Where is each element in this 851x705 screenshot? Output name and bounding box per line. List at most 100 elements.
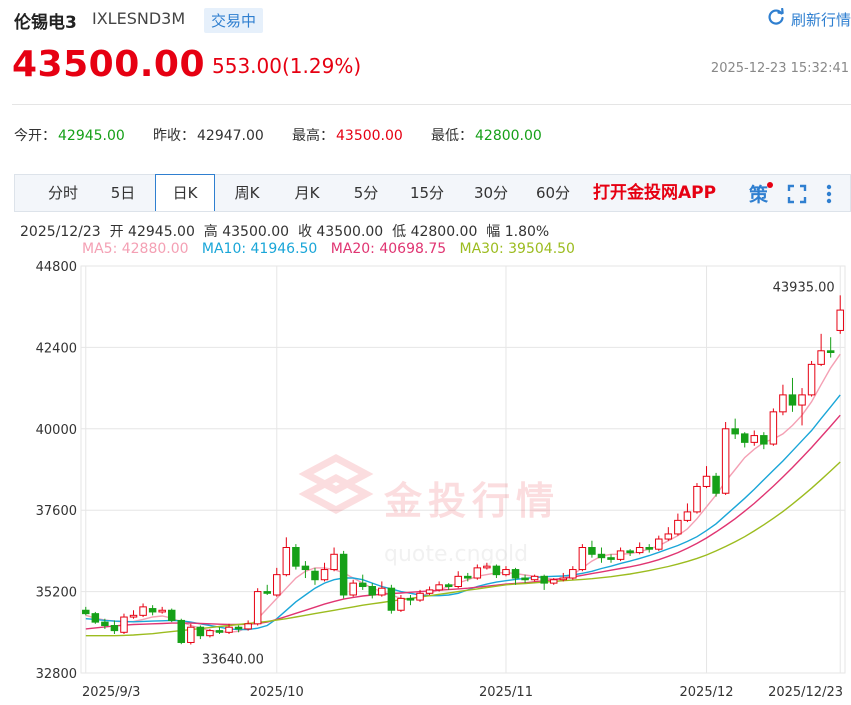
candle-body — [511, 569, 520, 579]
tab-30min[interactable]: 30分 — [465, 175, 517, 211]
candle-body — [655, 538, 663, 550]
candle — [712, 472, 720, 497]
candle-body — [750, 435, 759, 443]
candle — [196, 625, 205, 640]
fullscreen-icon[interactable] — [787, 184, 807, 208]
candle-body — [206, 630, 214, 637]
y-tick-label: 42400 — [36, 341, 77, 356]
info-close: 收 43500.00 — [297, 224, 384, 240]
refresh-button[interactable]: 刷新行情 — [767, 7, 851, 30]
candle — [511, 567, 520, 585]
candle-body — [435, 584, 443, 591]
candle-body — [187, 626, 195, 643]
watermark-subtext: quote.cngold — [384, 542, 528, 567]
tab-15min[interactable]: 15分 — [401, 175, 453, 211]
candle-body — [358, 582, 367, 588]
candle-body — [645, 547, 653, 550]
candle-body — [731, 428, 739, 435]
candle — [139, 603, 147, 618]
candle — [702, 466, 711, 489]
tab-monthly-k[interactable]: 月K — [281, 175, 333, 211]
candle — [616, 547, 625, 562]
tab-60min[interactable]: 60分 — [527, 175, 579, 211]
open-app-link[interactable]: 打开金投网APP — [593, 175, 716, 211]
candle-body — [454, 575, 462, 588]
x-tick-label: 2025/12/23 — [768, 685, 843, 700]
tab-intraday[interactable]: 分时 — [35, 175, 91, 211]
candle-body — [683, 511, 692, 521]
candle-body — [120, 616, 128, 633]
tab-5min[interactable]: 5分 — [343, 175, 389, 211]
candle-body — [779, 394, 787, 413]
candle-body — [569, 569, 577, 579]
candle — [425, 586, 434, 595]
ma5-label: MA5: 42880.00 — [82, 241, 189, 257]
candle — [435, 581, 443, 592]
candlestick-chart[interactable]: 金投行情 quote.cngold 44800 42400 40000 37600 35… — [0, 256, 851, 705]
candle — [273, 567, 281, 597]
candle — [368, 583, 377, 599]
candle-body — [464, 575, 472, 579]
candle-body — [311, 570, 319, 581]
tab-daily-k[interactable]: 日K — [155, 174, 215, 211]
high-annotation: 43935.00 — [773, 280, 835, 295]
candle — [788, 377, 797, 412]
candle-body — [292, 547, 300, 567]
ma30-label: MA30: 39504.50 — [459, 241, 575, 257]
candle — [91, 611, 100, 624]
divider — [12, 104, 851, 105]
candle-body — [492, 565, 501, 576]
candle — [311, 567, 319, 585]
candle-body — [721, 428, 730, 494]
candle-body — [635, 547, 644, 554]
candle-body — [807, 363, 816, 396]
candle — [177, 618, 186, 645]
candle — [282, 537, 291, 577]
candle-body — [740, 433, 749, 443]
candle-body — [320, 569, 329, 581]
candle-body — [578, 547, 587, 571]
candle — [263, 584, 271, 595]
strategy-icon[interactable]: 策 — [749, 182, 773, 210]
tab-weekly-k[interactable]: 周K — [221, 175, 273, 211]
candle — [740, 432, 749, 448]
candle-body — [225, 626, 233, 633]
candle — [645, 544, 653, 553]
candle — [129, 610, 138, 619]
candle-body — [397, 597, 405, 611]
last-price: 43500.00 — [12, 44, 206, 85]
candle-body — [101, 621, 109, 627]
x-tick-label: 2025/12 — [680, 685, 734, 700]
refresh-icon — [767, 7, 785, 30]
more-options-icon[interactable] — [823, 184, 835, 208]
stat-high: 最高： 43500.00 — [292, 128, 403, 144]
low-annotation: 33640.00 — [202, 653, 264, 668]
candle-body — [196, 626, 205, 637]
y-axis-labels: 44800 42400 40000 37600 35200 32800 — [36, 260, 77, 682]
candle-body — [177, 619, 186, 643]
candle-body — [416, 592, 424, 601]
candle-body — [110, 625, 119, 632]
candle — [120, 613, 128, 634]
y-tick-label: 32800 — [36, 667, 77, 682]
ma20-label: MA20: 40698.75 — [330, 241, 447, 257]
candle-body — [253, 591, 262, 625]
candle-body — [368, 586, 377, 596]
price-change: 553.00(1.29%) — [212, 54, 362, 78]
candle — [836, 295, 844, 334]
candle-body — [244, 623, 252, 630]
instrument-name: 伦锡电3 — [14, 13, 77, 33]
refresh-label: 刷新行情 — [790, 10, 851, 29]
x-tick-label: 2025/10 — [250, 685, 304, 700]
candle-body — [769, 411, 778, 445]
candle-body — [693, 485, 701, 513]
candle — [110, 620, 119, 634]
tab-5day[interactable]: 5日 — [99, 175, 147, 211]
candle — [607, 554, 615, 563]
candle-body — [349, 582, 357, 596]
candle — [292, 544, 300, 570]
candle-body — [712, 475, 720, 494]
candle-body — [540, 575, 548, 584]
candle — [158, 606, 166, 614]
candle — [731, 418, 739, 439]
